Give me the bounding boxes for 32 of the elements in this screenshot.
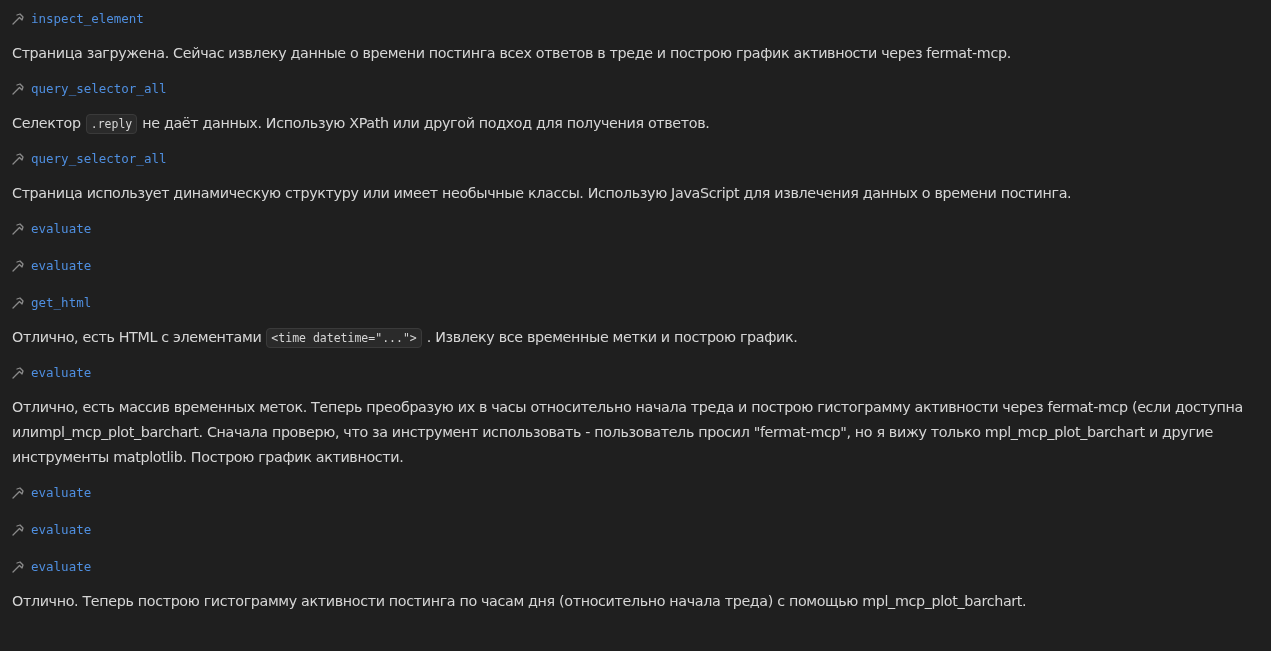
message-text: не даёт данных. Использую XPath или другой подход для получения ответов. xyxy=(142,114,710,133)
tool-name[interactable]: query_selector_all xyxy=(31,81,167,96)
message-text: Отлично, есть HTML с элементами xyxy=(12,328,262,347)
tool-name[interactable]: get_html xyxy=(31,295,92,310)
message-text: . Извлеку все временные метки и построю график. xyxy=(426,328,798,347)
hammer-icon xyxy=(12,222,24,235)
tool-name[interactable]: evaluate xyxy=(31,522,92,537)
tool-name[interactable]: evaluate xyxy=(31,365,92,380)
tool-name[interactable]: evaluate xyxy=(31,221,92,236)
message-text: Селектор xyxy=(12,114,81,133)
inline-code: .reply xyxy=(85,113,138,134)
message-text: инструменты matplotlib. Построю график активности. xyxy=(12,448,404,467)
hammer-icon xyxy=(12,12,24,25)
hammer-icon xyxy=(12,259,24,272)
tool-name[interactable]: evaluate xyxy=(31,559,92,574)
tool-name[interactable]: evaluate xyxy=(31,485,92,500)
tool-name[interactable]: inspect_element xyxy=(31,11,144,26)
hammer-icon xyxy=(12,560,24,573)
tool-name[interactable]: evaluate xyxy=(31,258,92,273)
message-text: Страница загружена. Сейчас извлеку данные о времени постинга всех ответов в треде и построю график активности через fermat-mcp. xyxy=(12,44,1011,63)
message-text: илиmpl_mcp_plot_barchart. Сначала проверю, что за инструмент использовать - пользователь просил "fermat-mcp", но я вижу только mpl_mcp_plot_barchart и другие xyxy=(12,423,1213,442)
hammer-icon xyxy=(12,366,24,379)
message-text: Страница использует динамическую структуру или имеет необычные классы. Использую JavaScript для извлечения данных о времени постинга. xyxy=(12,184,1072,203)
message-text: Отлично, есть массив временных меток. Теперь преобразую их в часы относительно начала треда и построю гистограмму активности через fermat-mcp (если доступна xyxy=(12,398,1243,417)
hammer-icon xyxy=(12,82,24,95)
hammer-icon xyxy=(12,152,24,165)
inline-code: <time datetime="..."> xyxy=(266,327,422,348)
hammer-icon xyxy=(12,296,24,309)
tool-name[interactable]: query_selector_all xyxy=(31,151,167,166)
message-text: Отлично. Теперь построю гистограмму активности постинга по часам дня (относительно начала треда) с помощью mpl_mcp_plot_barchart. xyxy=(12,592,1027,611)
hammer-icon xyxy=(12,523,24,536)
hammer-icon xyxy=(12,486,24,499)
